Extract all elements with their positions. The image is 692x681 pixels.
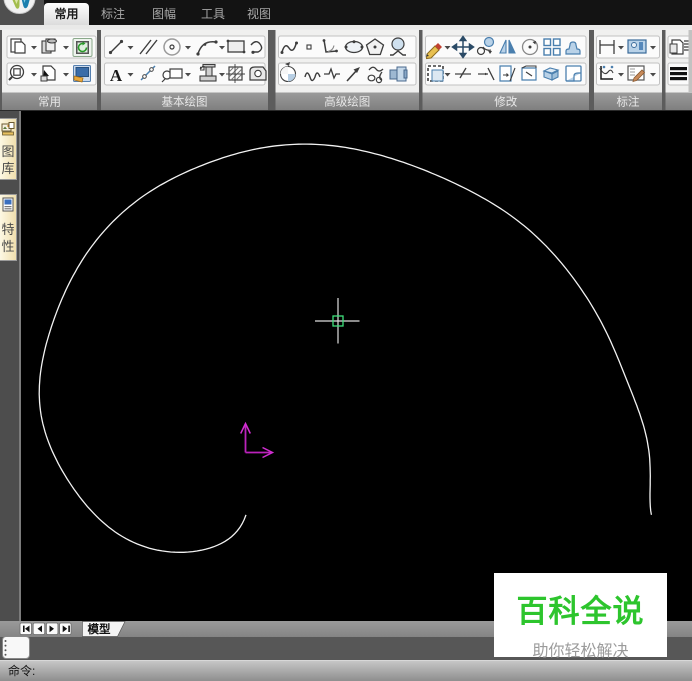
svg-text:模型: 模型	[88, 622, 111, 636]
